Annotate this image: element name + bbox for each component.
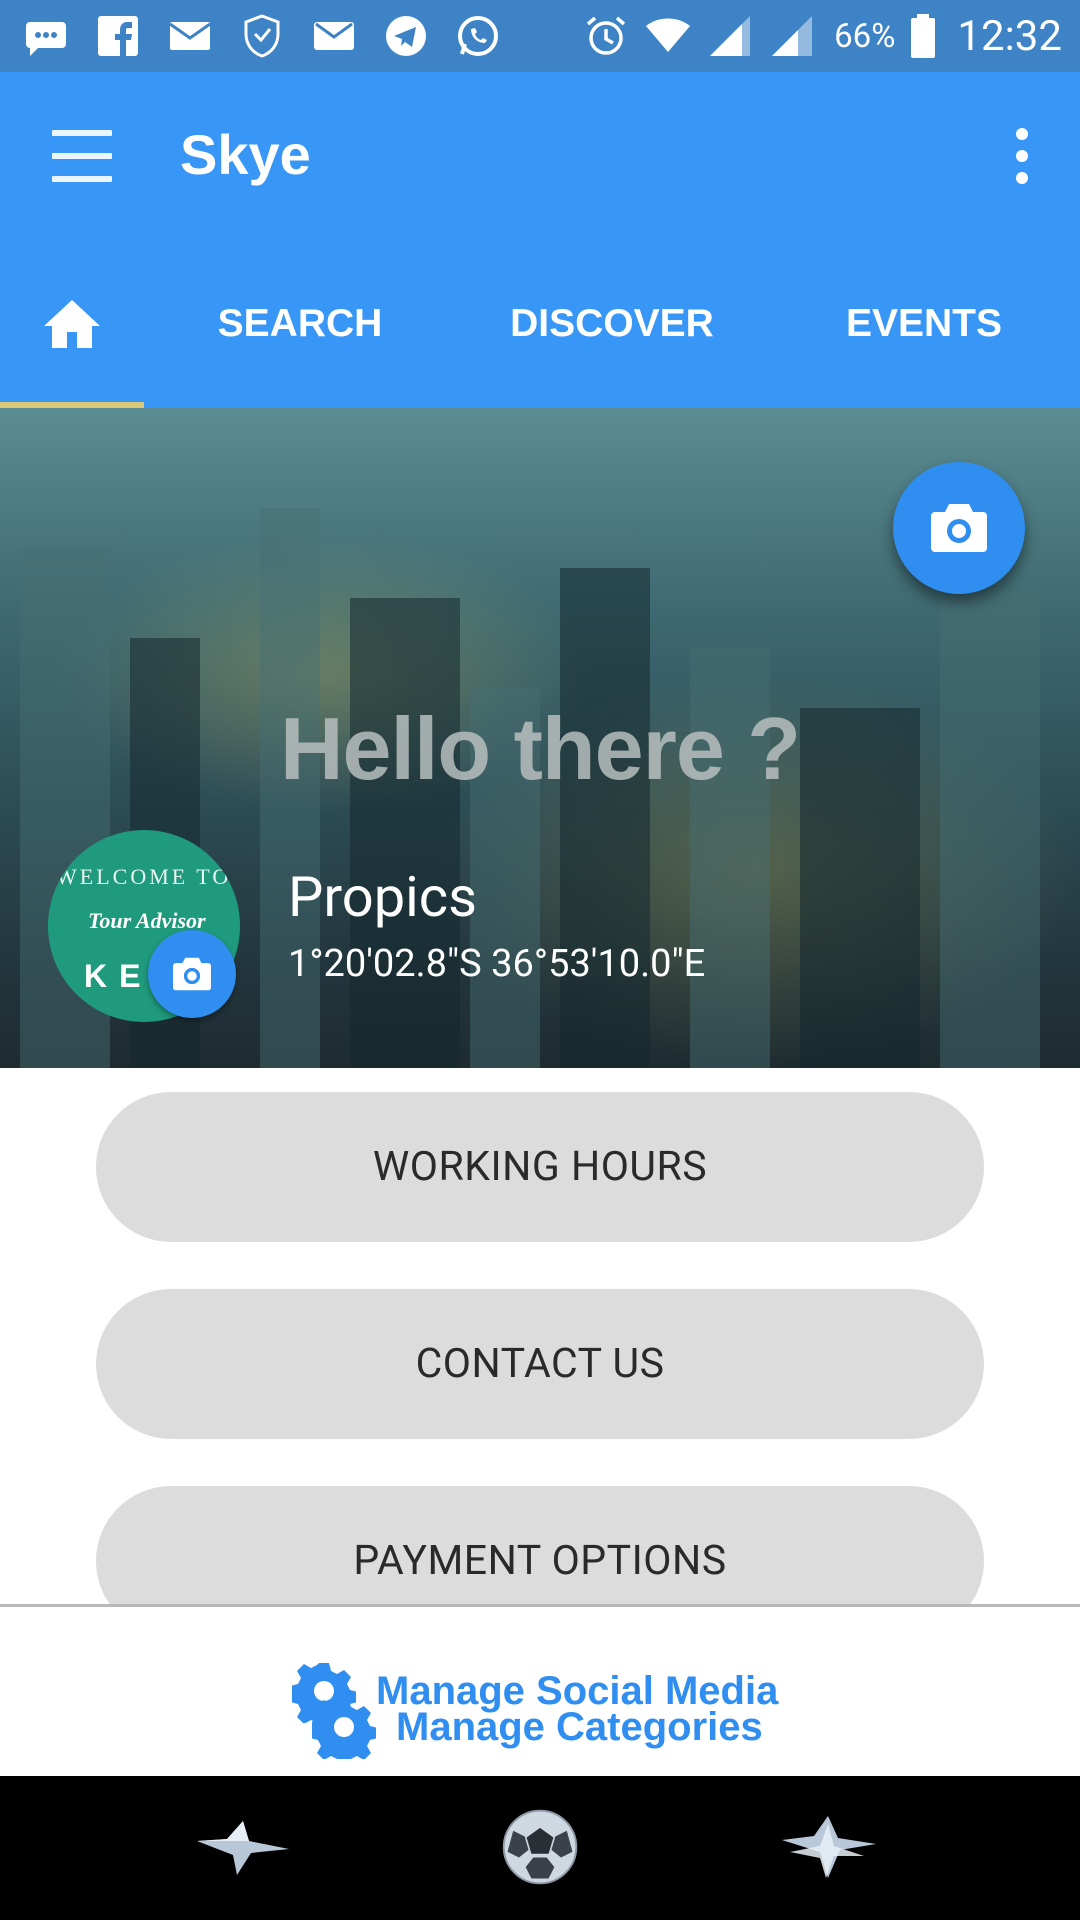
contact-us-button[interactable]: CONTACT US (96, 1289, 984, 1439)
wifi-icon (644, 12, 692, 60)
battery-icon (909, 12, 937, 60)
bottom-star-left[interactable] (195, 1802, 295, 1892)
avatar-camera-button[interactable] (148, 930, 236, 1018)
status-bar: 66% 12:32 (0, 0, 1080, 72)
tab-home[interactable] (0, 240, 144, 408)
soccer-ball-icon (502, 1809, 578, 1885)
greeting-text: Hello there ? (280, 699, 801, 798)
tab-search[interactable]: SEARCH (144, 240, 456, 408)
app-title: Skye (180, 123, 311, 186)
gmail-icon (166, 12, 214, 60)
tab-events[interactable]: EVENTS (768, 240, 1080, 408)
manage-panel: Manage Social Media Manage Categories (0, 1607, 1080, 1777)
avatar-line-1: WELCOME TO (56, 864, 232, 889)
manage-categories-label: Manage Categories (396, 1704, 763, 1749)
bottom-bar (0, 1776, 1080, 1920)
email-icon (310, 12, 358, 60)
alarm-icon (582, 12, 630, 60)
clock: 12:32 (957, 11, 1062, 61)
business-name: Propics (288, 864, 477, 930)
bottom-ball-center[interactable] (490, 1802, 590, 1892)
working-hours-button[interactable]: WORKING HOURS (96, 1092, 984, 1242)
star-icon (197, 1821, 289, 1875)
messages-icon (22, 12, 70, 60)
telegram-icon (382, 12, 430, 60)
star-icon (782, 1816, 876, 1878)
toolbar: Skye (0, 72, 1080, 240)
shield-icon (238, 12, 286, 60)
bottom-star-right[interactable] (780, 1802, 880, 1892)
gear-icon (312, 1699, 376, 1759)
cover-image: Hello there ? WELCOME TO Tour Advisor KE… (0, 408, 1080, 1068)
notification-icons (22, 12, 502, 60)
home-icon (44, 300, 100, 348)
camera-icon (173, 957, 211, 991)
tab-bar: SEARCH DISCOVER EVENTS (0, 240, 1080, 408)
app-bar: Skye SEARCH DISCOVER EVENTS (0, 72, 1080, 408)
system-status: 66% 12:32 (582, 12, 1062, 61)
tab-discover[interactable]: DISCOVER (456, 240, 768, 408)
whatsapp-icon (454, 12, 502, 60)
business-coordinates: 1°20'02.8"S 36°53'10.0"E (288, 942, 706, 986)
battery-percentage: 66% (834, 16, 896, 56)
camera-icon (931, 504, 987, 552)
cover-camera-button[interactable] (893, 462, 1025, 594)
manage-categories-link[interactable]: Manage Categories (312, 1695, 763, 1759)
signal-icon (706, 12, 754, 60)
signal-icon (768, 12, 816, 60)
hamburger-menu-icon[interactable] (52, 130, 112, 182)
facebook-icon (94, 12, 142, 60)
more-vertical-icon[interactable] (1002, 128, 1042, 184)
